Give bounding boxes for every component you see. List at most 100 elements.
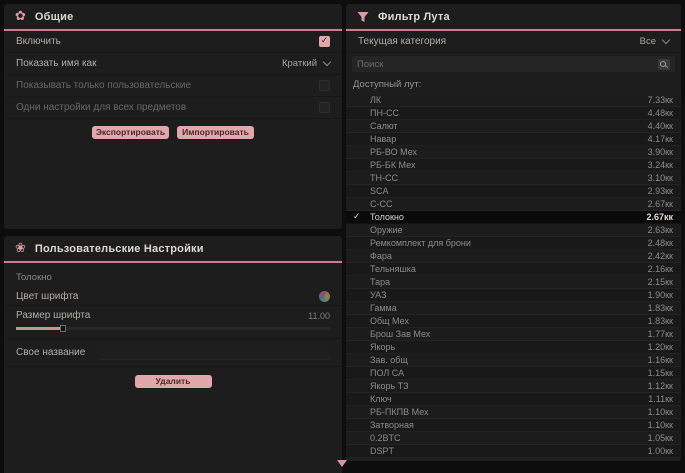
loot-item-name: Общ Мех xyxy=(370,316,409,326)
loot-list-item[interactable]: Брош Зав Мех 1.77кк xyxy=(346,328,681,341)
loot-item-name: ПН-СС xyxy=(370,108,399,118)
loot-item-name: Фара xyxy=(370,251,392,261)
loot-item-value: 2.67кк xyxy=(646,212,673,222)
loot-list-item[interactable]: Общ Мех 1.83кк xyxy=(346,315,681,328)
loot-item-name: ЛК xyxy=(370,95,381,105)
loot-list-item[interactable]: С-СС 2.67кк xyxy=(346,198,681,211)
loot-item-name: Зав. общ xyxy=(370,355,408,365)
loot-list-item[interactable]: Салют 4.40кк xyxy=(346,120,681,133)
loot-list-item[interactable]: Гамма 1.83кк xyxy=(346,302,681,315)
loot-item-name: Гамма xyxy=(370,303,397,313)
loot-item-value: 1.83кк xyxy=(648,316,673,326)
expand-down-arrow[interactable] xyxy=(337,460,347,467)
loot-item-name: Затворная xyxy=(370,420,414,430)
show-name-dropdown[interactable]: Краткий xyxy=(282,58,330,69)
loot-list-item[interactable]: ПОЛ СА 1.15кк xyxy=(346,367,681,380)
search-box xyxy=(352,56,675,72)
chevron-down-icon xyxy=(662,36,670,44)
slider-thumb[interactable] xyxy=(60,325,66,332)
loot-list-item[interactable]: Тельняшка 2.16кк xyxy=(346,263,681,276)
loot-item-value: 2.48кк xyxy=(648,238,673,248)
font-size-slider[interactable] xyxy=(16,327,330,330)
loot-list-item[interactable]: ✓ Толокно 2.67кк xyxy=(346,211,681,224)
loot-list-item[interactable]: Ключ 1.11кк xyxy=(346,393,681,406)
search-icon[interactable] xyxy=(658,59,670,70)
loot-list-item[interactable]: ПН-СС 4.48кк xyxy=(346,107,681,120)
loot-item-value: 1.16кк xyxy=(648,355,673,365)
loot-item-name: Тара xyxy=(370,277,390,287)
enable-checkbox[interactable]: ✓ xyxy=(319,36,330,47)
loot-item-value: 1.05кк xyxy=(648,433,673,443)
loot-item-value: 3.90кк xyxy=(648,147,673,157)
loot-list-item[interactable]: Затворная 1.10кк xyxy=(346,419,681,432)
loot-item-value: 1.11кк xyxy=(648,394,673,404)
loot-list: ЛК 7.33кк ПН-СС 4.48кк Салют 4.40кк Нава… xyxy=(346,94,681,458)
selected-item-group-label: Толокно xyxy=(4,263,342,287)
custom-name-input[interactable] xyxy=(99,345,330,360)
font-size-value: 11.00 xyxy=(308,311,330,321)
loot-item-value: 2.67кк xyxy=(648,199,673,209)
loot-list-item[interactable]: УАЗ 1.90кк xyxy=(346,289,681,302)
loot-item-name: Толокно xyxy=(370,212,404,222)
loot-list-item[interactable]: Якорь 1.20кк xyxy=(346,341,681,354)
loot-list-item[interactable]: Навар 4.17кк xyxy=(346,133,681,146)
loot-item-value: 1.77кк xyxy=(648,329,673,339)
loot-item-value: 3.24кк xyxy=(648,160,673,170)
category-dropdown[interactable]: Все xyxy=(640,36,669,47)
loot-item-name: РБ-БК Мех xyxy=(370,160,415,170)
import-button[interactable]: Импортировать xyxy=(177,126,254,139)
loot-list-item[interactable]: ЛК 7.33кк xyxy=(346,94,681,107)
chevron-down-icon xyxy=(323,58,331,66)
loot-list-item[interactable]: Фара 2.42кк xyxy=(346,250,681,263)
slider-fill xyxy=(16,327,64,330)
loot-item-name: РБ-ВО Мех xyxy=(370,147,417,157)
loot-list-item[interactable]: 0.2BTC 1.05кк xyxy=(346,432,681,445)
loot-item-name: ТН-СС xyxy=(370,173,398,183)
loot-item-name: РБ-ПКПВ Мех xyxy=(370,407,429,417)
loot-item-name: Салют xyxy=(370,121,398,131)
loot-item-value: 1.15кк xyxy=(648,368,673,378)
divider xyxy=(6,366,340,367)
search-input[interactable] xyxy=(357,59,658,70)
same-for-all-label: Одни настройки для всех предметов xyxy=(16,102,186,113)
export-button[interactable]: Экспортировать xyxy=(92,126,169,139)
loot-list-item[interactable]: Зав. общ 1.16кк xyxy=(346,354,681,367)
loot-list-item[interactable]: Тара 2.15кк xyxy=(346,276,681,289)
loot-list-item[interactable]: РБ-БК Мех 3.24кк xyxy=(346,159,681,172)
user-settings-panel: ❀ Пользовательские Настройки Толокно Цве… xyxy=(4,236,342,473)
general-panel-header: ✿ Общие xyxy=(4,4,342,31)
loot-item-name: УАЗ xyxy=(370,290,386,300)
user-settings-panel-title: Пользовательские Настройки xyxy=(35,243,204,255)
loot-filter-panel-header: Фильтр Лута xyxy=(346,4,681,31)
loot-list-item[interactable]: SCA 2.93кк xyxy=(346,185,681,198)
same-for-all-checkbox[interactable]: ✓ xyxy=(319,102,330,113)
loot-item-name: Ремкомплект для брони xyxy=(370,238,471,248)
show-name-row: Показать имя как Краткий xyxy=(6,53,340,75)
loot-item-value: 1.12кк xyxy=(648,381,673,391)
only-custom-checkbox[interactable]: ✓ xyxy=(319,80,330,91)
loot-item-name: 0.2BTC xyxy=(370,433,401,443)
loot-list-item[interactable]: DSPT 1.00кк xyxy=(346,445,681,458)
general-buttons-row: Экспортировать Импортировать xyxy=(4,126,342,139)
enable-label: Включить xyxy=(16,36,61,47)
color-picker-icon[interactable] xyxy=(319,291,330,302)
loot-item-value: 2.16кк xyxy=(648,264,673,274)
loot-list-item[interactable]: Якорь ТЗ 1.12кк xyxy=(346,380,681,393)
settings-flower-icon: ✿ xyxy=(15,10,26,23)
loot-list-item[interactable]: Ремкомплект для брони 2.48кк xyxy=(346,237,681,250)
loot-filter-panel-title: Фильтр Лута xyxy=(378,11,450,23)
divider xyxy=(6,338,340,339)
delete-button[interactable]: Удалить xyxy=(135,375,212,388)
show-name-label: Показать имя как xyxy=(16,58,96,69)
loot-item-value: 1.10кк xyxy=(648,407,673,417)
loot-list-item[interactable]: ТН-СС 3.10кк xyxy=(346,172,681,185)
loot-item-value: 1.20кк xyxy=(648,342,673,352)
loot-item-value: 1.90кк xyxy=(648,290,673,300)
funnel-filter-icon xyxy=(357,11,369,23)
loot-item-value: 4.17кк xyxy=(648,134,673,144)
loot-item-value: 1.83кк xyxy=(648,303,673,313)
loot-list-item[interactable]: РБ-ПКПВ Мех 1.10кк xyxy=(346,406,681,419)
loot-list-item[interactable]: Оружие 2.63кк xyxy=(346,224,681,237)
loot-list-item[interactable]: РБ-ВО Мех 3.90кк xyxy=(346,146,681,159)
category-value: Все xyxy=(640,36,656,47)
